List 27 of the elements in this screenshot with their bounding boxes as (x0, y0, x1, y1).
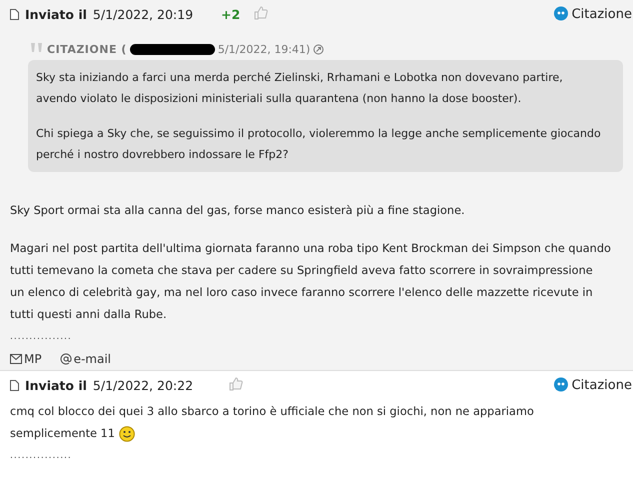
email-link[interactable]: e-mail (60, 352, 112, 366)
thumbs-up-icon (254, 6, 268, 20)
at-sign-icon (60, 353, 72, 365)
envelope-icon (10, 354, 22, 364)
private-message-link[interactable]: MP (10, 352, 42, 366)
quote-button[interactable]: Citazione (552, 6, 632, 22)
quote-meta: 5/1/2022, 19:41) (218, 42, 310, 56)
quote-paragraph: Sky sta iniziando a farci una merda perché Zielinski, Rrhamani e Lobotka non dovevano partire, avendo violato le disposizioni ministeriali sulla quarantena (non hanno la dose booster). (36, 70, 564, 107)
post-label: Inviato il (25, 378, 87, 392)
post-date: 5/1/2022, 20:19 (92, 6, 194, 22)
signature-separator: ................ (10, 332, 73, 342)
document-icon (10, 380, 19, 390)
quote-paragraph: Chi spiega a Sky che, se seguissimo il protocollo, violeremmo la legge anche semplicemente giocando perché i nostro dovrebbero indossare le Ffp2? (36, 126, 602, 163)
quote-label: CITAZIONE ( (47, 42, 127, 56)
quote-button[interactable]: Citazione (552, 377, 632, 393)
post-paragraph: Magari nel post partita dell'ultima giornata faranno una roba tipo Kent Brockman dei Simpson che quando tutti temevano la cometa che stava per cadere su Springfield aveva fatto scorrere in sovraimpressione un elenco di celebrità gay, ma nel loro caso invece faranno scorrere l'elenco delle mazzette ricevute in tutti questi anni dalla Rube. (10, 242, 611, 321)
post-date: 5/1/2022, 20:22 (92, 378, 194, 392)
vote-count: +2 (221, 6, 240, 22)
post-paragraph: Sky Sport ormai sta alla canna del gas, forse manco esisterà più a fine stagione. (10, 204, 465, 217)
post-paragraph: cmq col blocco dei quei 3 allo sbarco a torino è ufficiale che non si giochi, non ne appariamo semplicemente 11 (10, 405, 534, 440)
signature-separator: ................ (10, 451, 73, 461)
speech-bubble-icon (552, 6, 569, 22)
thumbs-up-icon (229, 376, 244, 390)
speech-bubble-icon (552, 377, 569, 393)
link-icon (313, 44, 324, 54)
document-icon (10, 8, 19, 20)
post-label: Inviato il (25, 6, 87, 22)
